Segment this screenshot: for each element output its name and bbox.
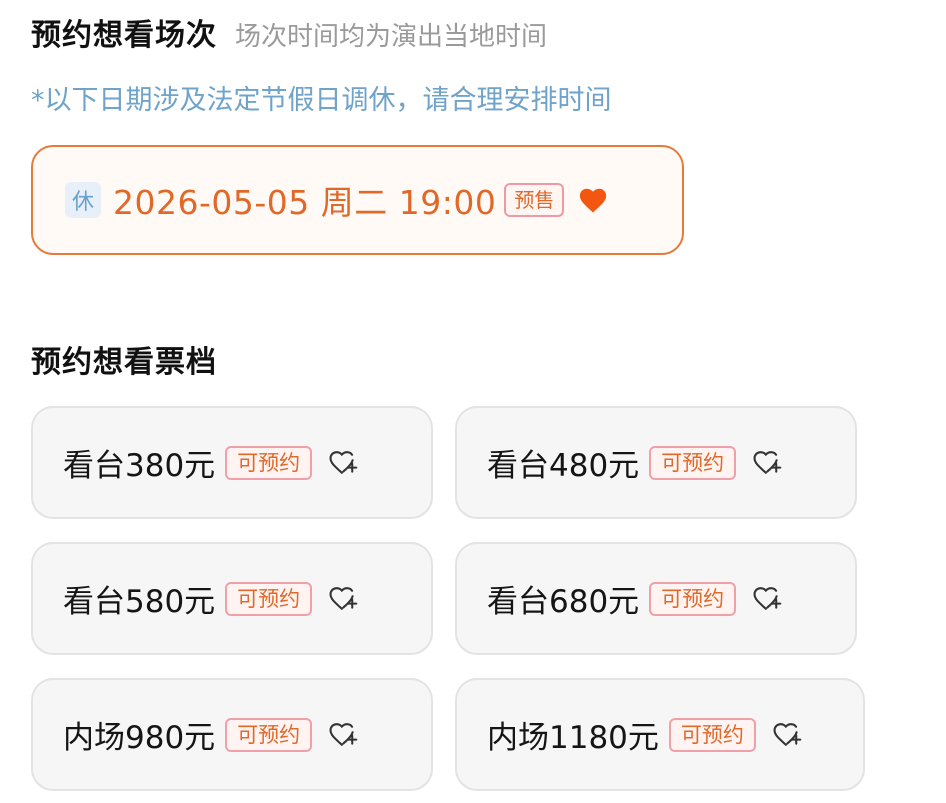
tier-label: 内场1180元 — [487, 720, 659, 756]
heart-plus-icon[interactable] — [328, 447, 360, 479]
session-datetime: 2026-05-05 周二 19:00 — [113, 183, 497, 222]
reservable-badge: 可预约 — [668, 717, 756, 752]
heart-plus-icon[interactable] — [772, 719, 804, 751]
heart-filled-icon[interactable] — [578, 184, 610, 216]
presale-badge: 预售 — [504, 183, 565, 217]
heart-plus-icon[interactable] — [328, 583, 360, 615]
tier-label: 看台680元 — [487, 584, 640, 620]
heart-plus-icon[interactable] — [752, 447, 784, 479]
ticket-tier-card[interactable]: 看台580元 可预约 — [31, 542, 433, 655]
heart-plus-icon[interactable] — [752, 583, 784, 615]
rest-day-badge: 休 — [65, 182, 101, 218]
tier-label: 看台480元 — [487, 448, 640, 484]
tier-label: 看台380元 — [63, 448, 216, 484]
reservable-badge: 可预约 — [649, 445, 737, 480]
tier-label: 内场980元 — [63, 720, 216, 756]
reservable-badge: 可预约 — [649, 581, 737, 616]
section-title: 预约想看场次 — [31, 18, 217, 53]
session-option-card[interactable]: 休 2026-05-05 周二 19:00 预售 — [31, 145, 684, 255]
heart-plus-icon[interactable] — [328, 719, 360, 751]
ticket-tier-card[interactable]: 看台380元 可预约 — [31, 406, 433, 519]
holiday-note: *以下日期涉及法定节假日调休，请合理安排时间 — [31, 85, 612, 116]
section-subtitle: 场次时间均为演出当地时间 — [235, 22, 548, 52]
reservable-badge: 可预约 — [225, 581, 313, 616]
ticket-tier-grid: 看台380元 可预约 看台480元 可预约 看台580元 可预约 看台680元 … — [31, 406, 871, 796]
ticket-tiers-title: 预约想看票档 — [31, 345, 217, 380]
ticket-tier-card[interactable]: 看台480元 可预约 — [455, 406, 857, 519]
session-section-header: 预约想看场次 场次时间均为演出当地时间 — [31, 10, 547, 54]
ticket-tier-card[interactable]: 内场980元 可预约 — [31, 678, 433, 791]
ticket-tier-card[interactable]: 内场1180元 可预约 — [455, 678, 865, 791]
reservable-badge: 可预约 — [225, 445, 313, 480]
reservable-badge: 可预约 — [225, 717, 313, 752]
tier-label: 看台580元 — [63, 584, 216, 620]
ticket-tier-card[interactable]: 看台680元 可预约 — [455, 542, 857, 655]
